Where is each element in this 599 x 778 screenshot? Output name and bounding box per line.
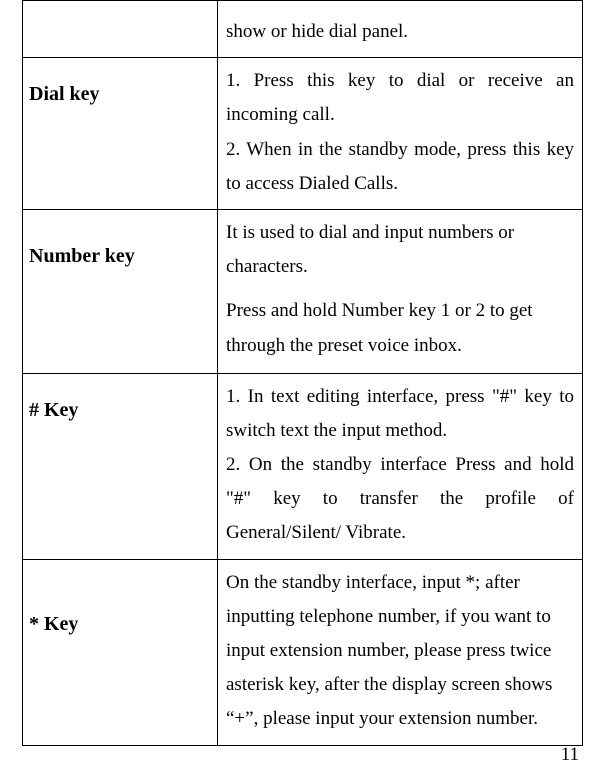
key-cell: Dial key <box>23 58 218 210</box>
desc-text: show or hide dial panel. <box>226 21 408 42</box>
key-cell: # Key <box>23 373 218 559</box>
desc-cell: 1. In text editing interface, press "#" … <box>218 373 583 559</box>
key-cell: Number key <box>23 209 218 373</box>
table-row: # Key 1. In text editing interface, pres… <box>23 373 583 559</box>
key-cell <box>23 1 218 58</box>
desc-text: 1. In text editing interface, press "#" … <box>226 386 574 544</box>
desc-cell: On the standby interface, input *; after… <box>218 559 583 745</box>
table-row: show or hide dial panel. <box>23 1 583 58</box>
desc-cell: It is used to dial and input numbers or … <box>218 209 583 373</box>
desc-cell: 1. Press this key to dial or receive an … <box>218 58 583 210</box>
page-number: 11 <box>561 744 579 766</box>
table-row: Dial key 1. Press this key to dial or re… <box>23 58 583 210</box>
desc-text: It is used to dial and input numbers or … <box>226 216 574 284</box>
desc-text: 1. Press this key to dial or receive an … <box>226 70 574 194</box>
key-label: * Key <box>29 613 78 635</box>
key-label: # Key <box>29 399 78 421</box>
table-row: * Key On the standby interface, input *;… <box>23 559 583 745</box>
key-description-table: show or hide dial panel. Dial key 1. Pre… <box>22 0 583 746</box>
key-label: Number key <box>29 245 135 267</box>
key-cell: * Key <box>23 559 218 745</box>
table-row: Number key It is used to dial and input … <box>23 209 583 373</box>
desc-text: On the standby interface, input *; after… <box>226 572 552 730</box>
desc-text: Press and hold Number key 1 or 2 to get … <box>226 294 574 362</box>
desc-cell: show or hide dial panel. <box>218 1 583 58</box>
key-label: Dial key <box>29 83 100 105</box>
